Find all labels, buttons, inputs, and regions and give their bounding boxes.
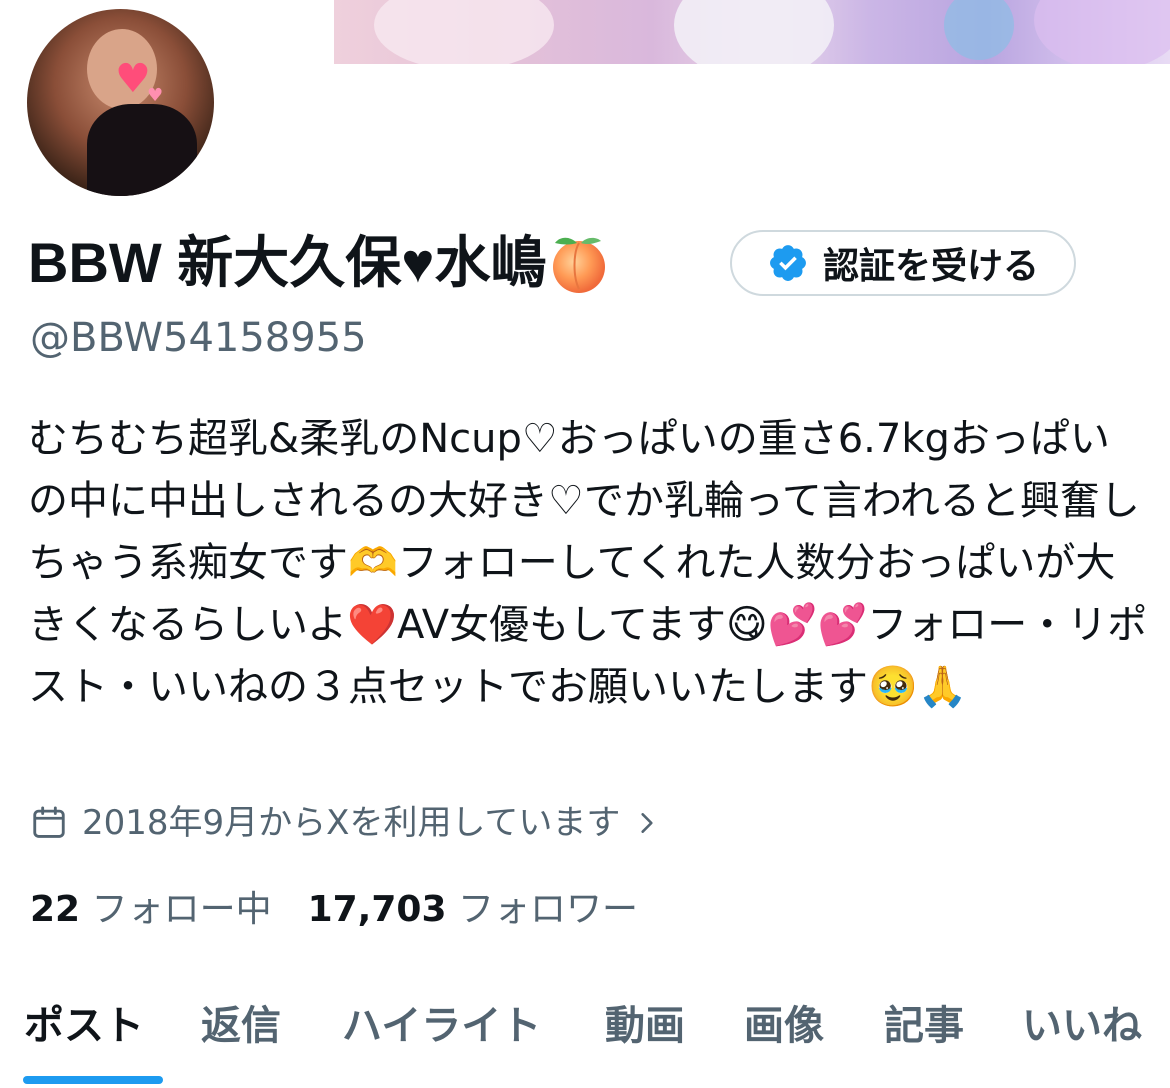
joined-date-text: 2018年9月からXを利用しています xyxy=(82,803,621,843)
followers-count: 17,703 xyxy=(307,889,447,930)
following-link[interactable]: 22 フォロー中 xyxy=(30,889,272,930)
follow-stats: 22 フォロー中 17,703 フォロワー xyxy=(30,886,638,934)
get-verified-label: 認証を受ける xyxy=(822,246,1039,287)
active-tab-indicator xyxy=(23,1076,163,1084)
profile-tabs: ポスト 返信 ハイライト 動画 画像 記事 いいね xyxy=(0,990,1170,1088)
tab-videos[interactable]: 動画 xyxy=(605,998,685,1054)
tab-images[interactable]: 画像 xyxy=(744,998,824,1054)
tab-highlights[interactable]: ハイライト xyxy=(342,998,541,1054)
tab-replies[interactable]: 返信 xyxy=(201,998,281,1054)
tab-posts[interactable]: ポスト xyxy=(24,998,144,1054)
following-count: 22 xyxy=(30,889,81,930)
peach-emoji-icon xyxy=(552,237,605,294)
profile-bio: むちむち超乳&柔乳のNcup♡おっぱいの重さ6.7kgおっぱいの中に中出しされる… xyxy=(28,416,1148,710)
user-handle: @BBW54158955 xyxy=(30,315,367,361)
followers-link[interactable]: 17,703 フォロワー xyxy=(308,889,638,930)
calendar-icon xyxy=(33,806,65,838)
verified-badge-icon xyxy=(770,245,806,281)
avatar-image: ♥ ♥ xyxy=(27,9,214,196)
tab-likes[interactable]: いいね xyxy=(1022,998,1142,1054)
followers-label: フォロワー xyxy=(457,889,638,930)
avatar[interactable]: ♥ ♥ xyxy=(18,0,223,205)
joined-date[interactable]: 2018年9月からXを利用しています xyxy=(30,800,674,846)
following-label: フォロー中 xyxy=(91,889,272,930)
tab-articles[interactable]: 記事 xyxy=(884,998,964,1054)
chevron-right-icon xyxy=(641,813,654,833)
banner-image[interactable] xyxy=(334,0,1170,64)
get-verified-button[interactable]: 認証を受ける xyxy=(730,230,1076,296)
display-name-text: BBW 新大久保♥水嶋 xyxy=(28,231,547,294)
display-name: BBW 新大久保♥水嶋 xyxy=(28,226,611,300)
